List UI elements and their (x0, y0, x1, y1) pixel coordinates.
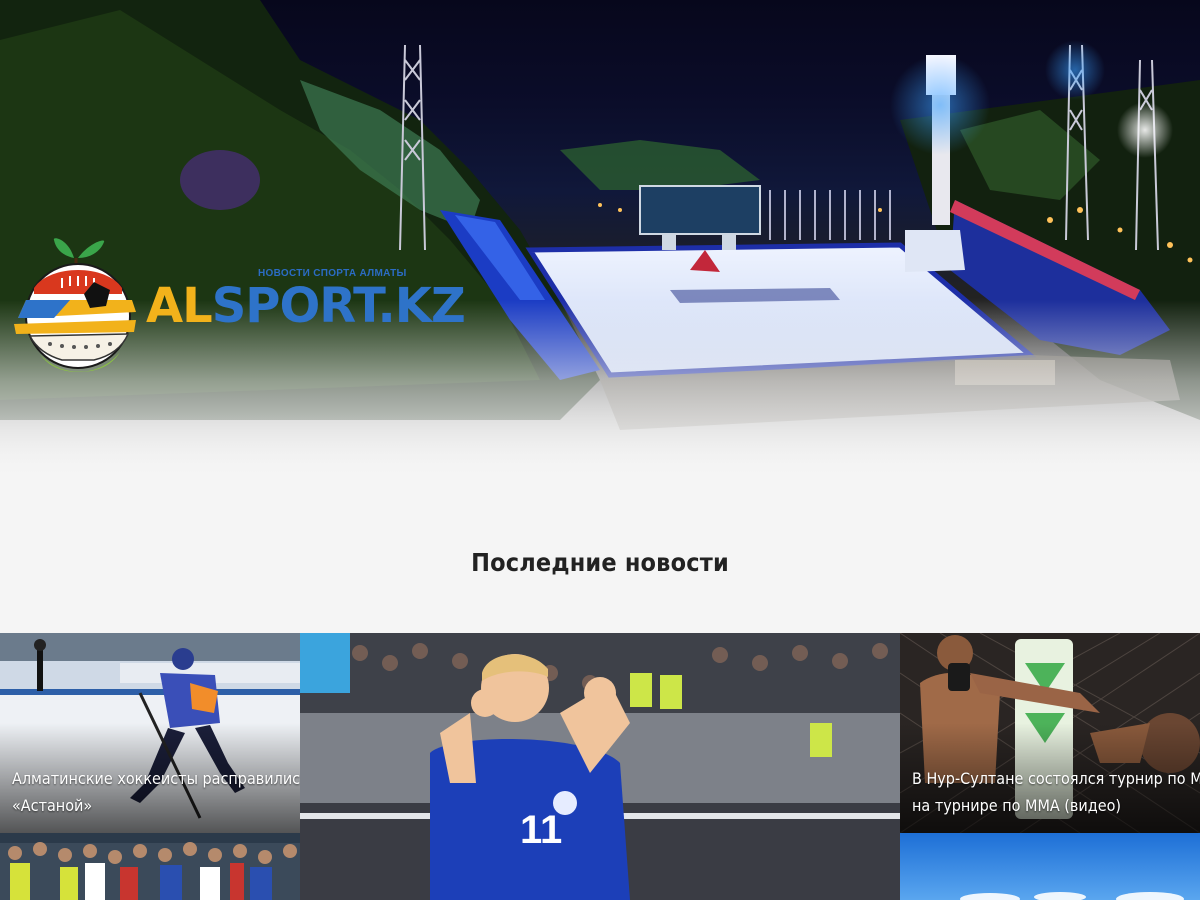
logo-wordmark-sport: SPORT.KZ (211, 278, 466, 334)
latest-news-heading: Последние новости (471, 548, 729, 577)
logo-wordmark: ALSPORT.KZ (146, 278, 466, 334)
news-card-caption-line2: «Астаной» (12, 796, 93, 815)
page: НОВОСТИ СПОРТА АЛМАТЫ ALSPORT.KZ Последн… (0, 0, 1200, 900)
news-card-caption: Алматинские хоккеисты расправились с «Ас… (12, 765, 300, 819)
news-card-caption-line1: Алматинские хоккеисты расправились с (12, 769, 300, 788)
news-card-caption-line1: В Нур-Султане состоялся турнир по ММА (912, 769, 1200, 788)
news-card-mma[interactable]: В Нур-Султане состоялся турнир по ММА на… (900, 633, 1200, 833)
news-card-caption-line2: на турнире по ММА (видео) (912, 796, 1122, 815)
logo-ball-icon (14, 238, 136, 372)
news-card-crowd[interactable] (0, 833, 300, 900)
news-image-sky (900, 833, 1200, 900)
news-card-sky[interactable] (900, 833, 1200, 900)
news-card-hockey[interactable]: Алматинские хоккеисты расправились с «Ас… (0, 633, 300, 833)
logo-wordmark-al: AL (146, 278, 213, 334)
hero-banner: НОВОСТИ СПОРТА АЛМАТЫ ALSPORT.KZ (0, 0, 1200, 480)
news-card-futsal[interactable]: 11 (300, 633, 900, 900)
news-image-crowd (0, 833, 300, 900)
svg-text:11: 11 (520, 808, 562, 852)
news-image-futsal: 11 (300, 633, 900, 900)
site-logo[interactable]: НОВОСТИ СПОРТА АЛМАТЫ ALSPORT.KZ (10, 228, 466, 373)
news-card-caption: В Нур-Султане состоялся турнир по ММА на… (912, 765, 1200, 819)
